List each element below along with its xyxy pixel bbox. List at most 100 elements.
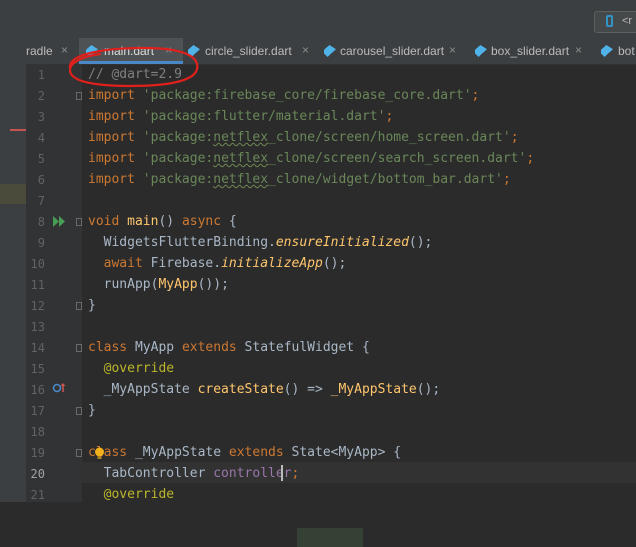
code-token: TabController [103, 466, 214, 481]
tab-label: carousel_slider.dart [340, 44, 445, 58]
code-line: void main() async { [88, 211, 237, 232]
lightbulb-icon[interactable] [94, 447, 105, 460]
code-token: import [88, 88, 135, 103]
code-token: (); [322, 256, 347, 271]
code-line: TabController controller; [88, 463, 300, 484]
code-token: extends [181, 340, 237, 355]
code-token: @override [103, 487, 175, 502]
line-number: 3 [37, 110, 45, 124]
line-number: 4 [37, 131, 45, 145]
line-number: 19 [30, 446, 45, 460]
code-token: 'package: [142, 151, 214, 166]
code-token: class [88, 340, 128, 355]
line-number: 1 [37, 68, 45, 82]
override-icon[interactable] [52, 382, 66, 396]
code-token: _clone/widget/bottom_bar.dart' [268, 172, 503, 187]
line-number: 7 [37, 194, 45, 208]
code-token: _clone/screen/search_screen.dart' [268, 151, 527, 166]
line-number: 10 [30, 257, 45, 271]
tab-circle-slider[interactable]: circle_slider.dart × [185, 38, 317, 64]
code-token: void [88, 214, 120, 229]
code-token: netflex [213, 172, 269, 187]
code-token: StatefulWidget { [236, 340, 370, 355]
code-token: ; [510, 130, 519, 145]
tab-label: radle [26, 44, 53, 58]
code-token: import [88, 172, 135, 187]
code-line: } [88, 295, 96, 316]
code-token: import [88, 151, 135, 166]
dart-file-icon [601, 45, 613, 57]
code-token: MyApp [127, 340, 182, 355]
fold-marker-icon[interactable] [76, 92, 82, 100]
tab-label: bot [618, 44, 635, 58]
code-token: controller [213, 466, 292, 481]
code-token: } [88, 298, 96, 313]
tab-bottom-bar[interactable]: bot [598, 38, 636, 64]
code-token: () => [283, 382, 331, 397]
code-line: class _MyAppState extends State<MyApp> { [88, 442, 401, 463]
code-token: createState [197, 382, 284, 397]
code-token: ; [291, 466, 300, 481]
code-token: ; [502, 172, 511, 187]
tab-label: circle_slider.dart [205, 44, 292, 58]
code-token: (); [416, 382, 441, 397]
code-line: WidgetsFlutterBinding.ensureInitialized(… [88, 232, 433, 253]
close-icon[interactable]: × [449, 43, 456, 57]
run-arrows-icon[interactable] [53, 216, 65, 227]
code-token: extends [228, 445, 284, 460]
code-line: @override [88, 358, 174, 379]
close-icon[interactable]: × [575, 43, 582, 57]
fold-marker-icon[interactable] [76, 218, 82, 226]
code-token: 'package: [142, 130, 214, 145]
code-line: } [88, 400, 96, 421]
fold-marker-icon[interactable] [76, 302, 82, 310]
tab-carousel-slider[interactable]: carousel_slider.dart × [321, 38, 471, 64]
code-token: _MyAppState [330, 382, 417, 397]
error-marker [10, 129, 26, 131]
code-line: class MyApp extends StatefulWidget { [88, 337, 370, 358]
code-line: _MyAppState createState() => _MyAppState… [88, 379, 441, 400]
fold-marker-icon[interactable] [76, 449, 82, 457]
line-number-gutter[interactable]: 1 2 3 4 5 6 7 8 9 10 11 12 13 14 15 16 17 18 19 20 21 [27, 64, 82, 502]
code-editor[interactable]: // @dart=2.9 import 'package:firebase_cor… [82, 64, 636, 547]
code-token: (); [408, 235, 433, 250]
fold-marker-icon[interactable] [76, 407, 82, 415]
code-token: 'package: [142, 172, 214, 187]
dart-file-icon [475, 45, 487, 57]
run-config-selector[interactable]: <r [594, 11, 636, 33]
code-token: ensureInitialized [275, 235, 409, 250]
line-number: 8 [37, 215, 45, 229]
dart-file-icon [324, 45, 336, 57]
code-line: import 'package:netflex_clone/screen/sea… [88, 148, 534, 169]
line-number: 12 [30, 299, 45, 313]
device-phone-icon [606, 15, 613, 27]
code-token: ()); [197, 277, 229, 292]
line-number: 5 [37, 152, 45, 166]
code-token: () [158, 214, 182, 229]
code-token: main [127, 214, 159, 229]
code-line: await Firebase.initializeApp(); [88, 253, 347, 274]
code-token: { [221, 214, 237, 229]
line-number: 20 [30, 467, 45, 481]
code-token: 'package:flutter/material.dart' [142, 109, 386, 124]
code-token: _MyAppState [103, 382, 198, 397]
tab-box-slider[interactable]: box_slider.dart × [472, 38, 596, 64]
code-token: initializeApp [221, 256, 323, 271]
code-token: netflex [213, 130, 269, 145]
code-token: } [88, 403, 96, 418]
fold-marker-icon[interactable] [76, 344, 82, 352]
code-token: await [103, 256, 143, 271]
code-line: import 'package:netflex_clone/screen/hom… [88, 127, 519, 148]
close-icon[interactable]: × [302, 43, 309, 57]
code-token: import [88, 109, 135, 124]
line-number: 14 [30, 341, 45, 355]
line-number: 13 [30, 320, 45, 334]
